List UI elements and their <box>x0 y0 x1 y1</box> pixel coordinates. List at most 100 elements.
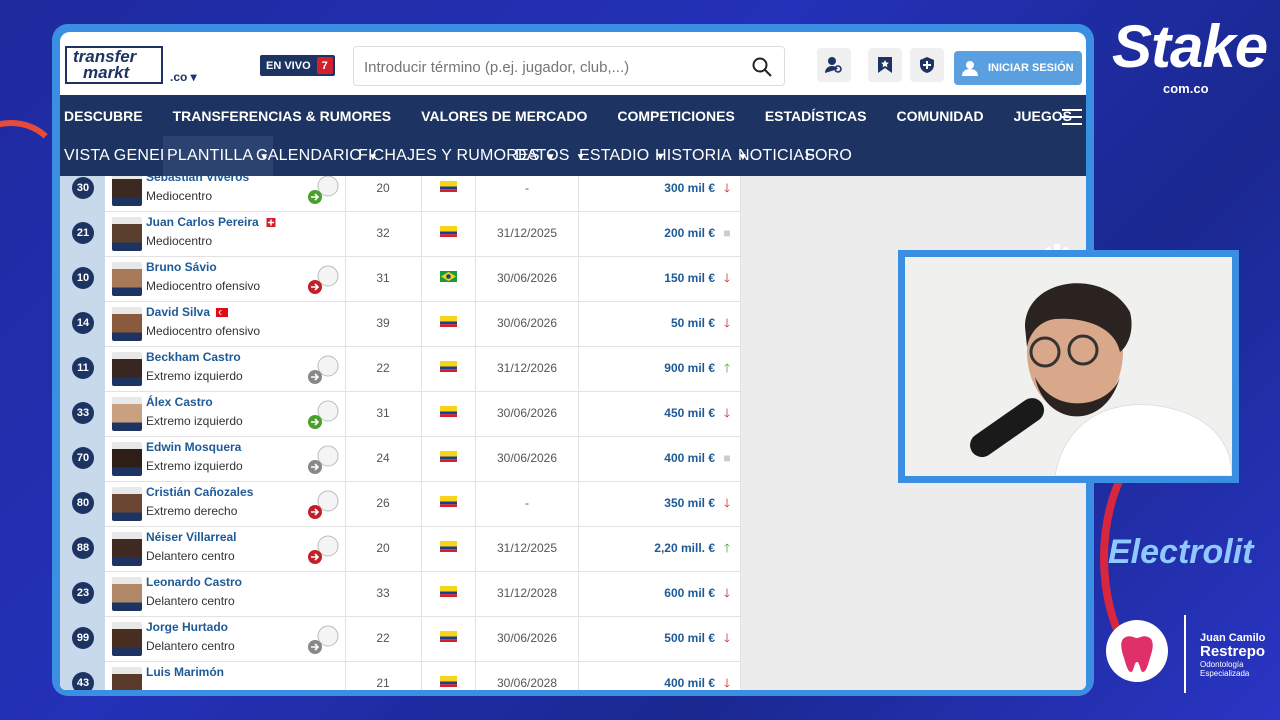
table-row: 10 Bruno Sávio Mediocentro ofensivo 31 3… <box>60 256 741 302</box>
user-search-button[interactable] <box>817 48 851 82</box>
player-photo[interactable] <box>112 397 142 431</box>
player-name-link[interactable]: Sebastián Viveros <box>146 176 249 184</box>
colombia-flag-icon <box>440 226 457 237</box>
tab-estadio[interactable]: ESTADIO ▼ <box>579 136 666 176</box>
squad-table: 30 Sebastián Viveros Mediocentro 20 - 30… <box>60 176 741 690</box>
player-name-link[interactable]: Álex Castro <box>146 395 213 409</box>
shield-button[interactable] <box>910 48 944 82</box>
main-nav-item[interactable]: ESTADÍSTICAS <box>765 108 867 124</box>
contract-end: 30/06/2026 <box>496 316 558 330</box>
column-divider <box>740 301 741 346</box>
player-name-link[interactable]: David Silva <box>146 305 229 319</box>
main-nav-item[interactable]: TRANSFERENCIAS & RUMORES <box>173 108 392 124</box>
logo-line-2: markt <box>83 63 130 82</box>
market-value-link[interactable]: 200 mil € <box>580 211 715 256</box>
table-row: 43 Luis Marimón 21 30/06/2028 400 mil € … <box>60 661 741 690</box>
club-crest-icon[interactable] <box>306 397 340 431</box>
colombia-flag-icon <box>440 496 457 507</box>
player-position: Extremo izquierdo <box>146 459 243 473</box>
player-photo[interactable] <box>112 577 142 611</box>
club-crest-icon[interactable] <box>306 487 340 521</box>
column-divider <box>578 391 579 436</box>
column-divider <box>421 436 422 481</box>
market-value-link[interactable]: 450 mil € <box>580 391 715 436</box>
tab-historia[interactable]: HISTORIA ▼ <box>655 136 748 176</box>
shirt-number: 14 <box>72 312 94 334</box>
market-value-link[interactable]: 2,20 mill. € <box>580 526 715 571</box>
player-age: 39 <box>376 316 390 330</box>
player-name-link[interactable]: Cristián Cañozales <box>146 485 253 499</box>
club-crest-icon[interactable] <box>306 262 340 296</box>
contract-end: - <box>525 181 529 195</box>
tab-datos[interactable]: DATOS ▼ <box>515 136 586 176</box>
player-photo[interactable] <box>112 307 142 341</box>
table-row: 21 Juan Carlos Pereira Mediocentro 32 31… <box>60 211 741 257</box>
player-name-link[interactable]: Luis Marimón <box>146 665 224 679</box>
player-photo[interactable] <box>112 176 142 206</box>
shirt-number: 33 <box>72 402 94 424</box>
player-photo[interactable] <box>112 487 142 521</box>
market-value-link[interactable]: 350 mil € <box>580 481 715 526</box>
search-icon[interactable] <box>752 57 772 77</box>
club-crest-icon[interactable] <box>306 532 340 566</box>
player-name-link[interactable]: Juan Carlos Pereira <box>146 215 277 229</box>
tooth-logo-icon <box>1106 620 1168 682</box>
player-photo[interactable] <box>112 622 142 656</box>
player-photo[interactable] <box>112 532 142 566</box>
player-name-link[interactable]: Néiser Villarreal <box>146 530 237 544</box>
injury-icon <box>266 218 276 228</box>
domain-selector[interactable]: .co ▾ <box>170 70 197 84</box>
player-position: Mediocentro ofensivo <box>146 324 261 338</box>
club-crest-icon[interactable] <box>306 622 340 656</box>
player-age: 24 <box>376 451 390 465</box>
club-crest-icon[interactable] <box>306 442 340 476</box>
market-value-link[interactable]: 300 mil € <box>580 176 715 211</box>
player-position: Delantero centro <box>146 594 235 608</box>
market-value-link[interactable]: 900 mil € <box>580 346 715 391</box>
main-nav-item[interactable]: COMPETICIONES <box>617 108 734 124</box>
market-value-link[interactable]: 50 mil € <box>580 301 715 346</box>
main-nav: DESCUBRE TRANSFERENCIAS & RUMORES VALORE… <box>60 95 1086 136</box>
club-crest-icon[interactable] <box>306 352 340 386</box>
main-nav-item[interactable]: VALORES DE MERCADO <box>421 108 587 124</box>
colombia-flag-icon <box>440 361 457 372</box>
column-divider <box>578 436 579 481</box>
player-photo[interactable] <box>112 217 142 251</box>
player-position: Mediocentro ofensivo <box>146 279 261 293</box>
player-name-link[interactable]: Jorge Hurtado <box>146 620 228 634</box>
main-nav-item[interactable]: DESCUBRE <box>64 108 143 124</box>
player-name-link[interactable]: Beckham Castro <box>146 350 241 364</box>
player-name-link[interactable]: Edwin Mosquera <box>146 440 241 454</box>
shirt-number-cell: 21 <box>60 211 105 256</box>
player-position: Mediocentro <box>146 234 213 248</box>
transfermarkt-logo[interactable]: transfer markt <box>65 46 163 84</box>
arrow-down-icon: 🡓 <box>723 496 731 510</box>
club-crest-icon[interactable] <box>306 176 340 206</box>
live-button[interactable]: EN VIVO 7 <box>260 55 335 76</box>
contract-end: 31/12/2025 <box>496 226 558 240</box>
shirt-number: 43 <box>72 672 94 690</box>
player-photo[interactable] <box>112 667 142 690</box>
search-input[interactable] <box>354 47 756 87</box>
tab-foro[interactable]: FORO <box>805 136 852 176</box>
player-position: Extremo derecho <box>146 504 238 518</box>
login-button[interactable]: INICIAR SESIÓN <box>954 51 1082 85</box>
market-value-link[interactable]: 500 mil € <box>580 616 715 661</box>
player-name-link[interactable]: Bruno Sávio <box>146 260 217 274</box>
player-position: Delantero centro <box>146 549 235 563</box>
market-value-link[interactable]: 150 mil € <box>580 256 715 301</box>
hamburger-menu-icon[interactable] <box>1062 104 1082 130</box>
tab-noticias[interactable]: NOTICIAS <box>738 136 815 176</box>
market-value-link[interactable]: 400 mil € <box>580 436 715 481</box>
main-nav-item[interactable]: COMUNIDAD <box>896 108 983 124</box>
column-divider <box>421 391 422 436</box>
contract-end: 30/06/2026 <box>496 271 558 285</box>
player-photo[interactable] <box>112 442 142 476</box>
watchlist-button[interactable] <box>868 48 902 82</box>
player-photo[interactable] <box>112 262 142 296</box>
player-photo[interactable] <box>112 352 142 386</box>
table-row: 80 Cristián Cañozales Extremo derecho 26… <box>60 481 741 527</box>
market-value-link[interactable]: 400 mil € <box>580 661 715 690</box>
player-name-link[interactable]: Leonardo Castro <box>146 575 242 589</box>
market-value-link[interactable]: 600 mil € <box>580 571 715 616</box>
